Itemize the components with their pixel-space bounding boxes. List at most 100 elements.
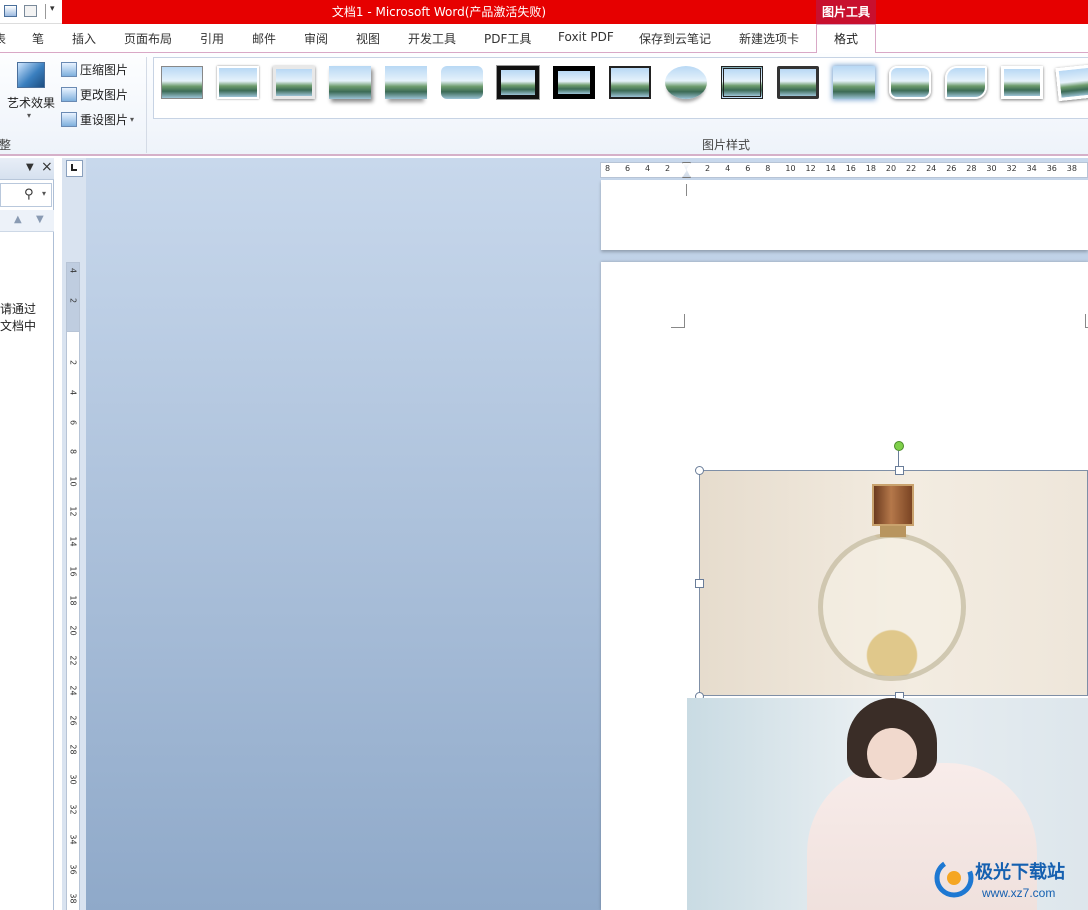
ruler-tick-label: 14	[68, 536, 78, 547]
picture-style-reflection[interactable]	[385, 66, 427, 99]
tab-foxit-pdf[interactable]: Foxit PDF	[558, 30, 614, 44]
ruler-tick-label: 8	[68, 449, 78, 455]
picture-style-soft-frame[interactable]	[273, 66, 315, 99]
resize-handle-left[interactable]	[695, 579, 704, 588]
ruler-tick-label: 16	[68, 566, 78, 577]
ruler-tick-label: 38	[1066, 164, 1077, 173]
tab-insert[interactable]: 插入	[72, 30, 96, 47]
picture-style-oval[interactable]	[665, 66, 707, 99]
picture-style-white-bevel[interactable]	[1001, 66, 1043, 99]
ruler-tick-label: 24	[68, 685, 78, 696]
picture-tools-context-label: 图片工具	[816, 0, 876, 24]
picture-style-dark-frame[interactable]	[777, 66, 819, 99]
picture-style-soft-edge[interactable]	[441, 66, 483, 99]
tab-new-tab[interactable]: 新建选项卡	[739, 30, 799, 47]
ribbon-panel: 艺术效果 ▾ 压缩图片 更改图片 重设图片 ▾ 整 图片样式	[0, 53, 1088, 156]
ruler-tick-label: 2	[705, 164, 711, 173]
picture-style-simple-frame[interactable]	[161, 66, 203, 99]
navigation-message-line-1: 请通过	[0, 302, 37, 316]
ruler-tick-label: 24	[926, 164, 937, 173]
ruler-tick-label: 36	[68, 864, 78, 875]
ruler-tick-label: 36	[1046, 164, 1057, 173]
ruler-tick-label: 16	[845, 164, 856, 173]
picture-style-snip-corner[interactable]	[945, 66, 987, 99]
tab-table[interactable]: 表	[0, 30, 6, 47]
adjust-group-label: 整	[0, 138, 12, 152]
indent-marker-icon[interactable]	[682, 162, 691, 178]
picture-styles-group-label: 图片样式	[702, 138, 751, 152]
picture-style-double-frame[interactable]	[721, 66, 763, 99]
picture-style-rounded[interactable]	[889, 66, 931, 99]
book-icon[interactable]	[24, 5, 37, 17]
picture-style-white-frame[interactable]	[217, 66, 259, 99]
watermark-swirl-icon	[934, 858, 974, 898]
reset-picture-button[interactable]: 重设图片 ▾	[61, 111, 134, 128]
picture-style-shadow[interactable]	[329, 66, 371, 99]
tab-pen[interactable]: 笔	[32, 30, 44, 47]
change-picture-button[interactable]: 更改图片	[61, 86, 128, 103]
art-effect-button[interactable]: 艺术效果	[7, 94, 55, 111]
chevron-down-icon[interactable]: ▼	[26, 162, 34, 173]
ruler-tick-label: 28	[966, 164, 977, 173]
ruler-tick-label: 20	[68, 625, 78, 636]
chevron-down-icon[interactable]: ▾	[50, 4, 55, 14]
tab-selector-button[interactable]	[66, 160, 83, 177]
ruler-tick-label: 4	[68, 389, 78, 395]
ruler-tick-label: 30	[68, 774, 78, 785]
ruler-tick-label: 26	[68, 715, 78, 726]
horizontal-ruler[interactable]: 8 6 4 2 2 4 6 8 10 12 14 16 18 20 22 24 26 28 30 32 34 36 38	[600, 162, 1088, 178]
picture-style-black-matte[interactable]	[553, 66, 595, 99]
tab-view[interactable]: 视图	[356, 30, 380, 47]
ruler-tick-label: 34	[68, 834, 78, 845]
reset-picture-icon	[61, 112, 77, 127]
perfume-bottle-shape	[818, 533, 966, 681]
tab-save-to-cloud-notes[interactable]: 保存到云笔记	[639, 30, 711, 47]
word-window: ▾ 文档1 - Microsoft Word(产品激活失败) 图片工具 表 笔 …	[0, 0, 1088, 910]
group-separator	[146, 57, 147, 153]
chevron-down-icon[interactable]: ▾	[42, 189, 46, 198]
ruler-tick-label: 8	[605, 164, 611, 173]
picture-style-glow[interactable]	[833, 66, 875, 99]
picture-style-thin-black-frame[interactable]	[609, 66, 651, 99]
ruler-tick-label: 28	[68, 744, 78, 755]
resize-handle-top[interactable]	[895, 466, 904, 475]
chevron-down-icon: ▾	[130, 115, 135, 124]
ruler-tick-label: 6	[745, 164, 751, 173]
ruler-tick-label: 34	[1026, 164, 1037, 173]
art-effect-icon[interactable]	[17, 62, 45, 88]
tab-references[interactable]: 引用	[200, 30, 224, 47]
page-1[interactable]	[601, 180, 1088, 250]
search-icon[interactable]: ⚲	[24, 187, 34, 202]
save-icon[interactable]	[4, 5, 17, 17]
chevron-down-icon[interactable]: ▾	[27, 111, 31, 120]
ruler-tick-label: 2	[68, 297, 78, 304]
watermark-text: 极光下载站	[975, 862, 1065, 883]
ruler-tick-label: 4	[645, 164, 651, 173]
arrow-down-icon[interactable]: ▼	[36, 214, 44, 225]
resize-handle-top-left[interactable]	[695, 466, 704, 475]
navigation-arrows: ▲ ▼	[0, 210, 54, 232]
tab-pdf-tools[interactable]: PDF工具	[484, 30, 531, 47]
change-picture-icon	[61, 87, 77, 102]
ruler-tick-label: 2	[665, 164, 671, 173]
ruler-tick-label: 22	[68, 655, 78, 666]
tab-developer[interactable]: 开发工具	[408, 30, 456, 47]
ruler-tick-label: 6	[68, 419, 78, 425]
navigation-search-input[interactable]: ⚲ ▾	[0, 183, 52, 207]
ruler-tick-label: 20	[885, 164, 897, 173]
close-icon[interactable]: ×	[41, 159, 53, 175]
title-bar-right	[876, 0, 1088, 24]
navigation-pane: ▼ × ⚲ ▾ ▲ ▼ 请通过 文档中	[0, 158, 54, 910]
rotate-handle[interactable]	[894, 441, 904, 451]
tab-page-layout[interactable]: 页面布局	[124, 30, 172, 47]
tab-review[interactable]: 审阅	[304, 30, 328, 47]
tab-mailings[interactable]: 邮件	[252, 30, 276, 47]
ruler-tick-label: 10	[68, 476, 78, 487]
ruler-tick-label: 10	[785, 164, 796, 173]
compress-pictures-button[interactable]: 压缩图片	[61, 61, 128, 78]
picture-style-thick-black-frame[interactable]	[496, 65, 540, 100]
window-title: 文档1 - Microsoft Word(产品激活失败)	[62, 0, 816, 24]
picture-style-rotated[interactable]	[1055, 63, 1088, 102]
tab-format[interactable]: 格式	[816, 24, 876, 54]
arrow-up-icon[interactable]: ▲	[14, 214, 22, 225]
